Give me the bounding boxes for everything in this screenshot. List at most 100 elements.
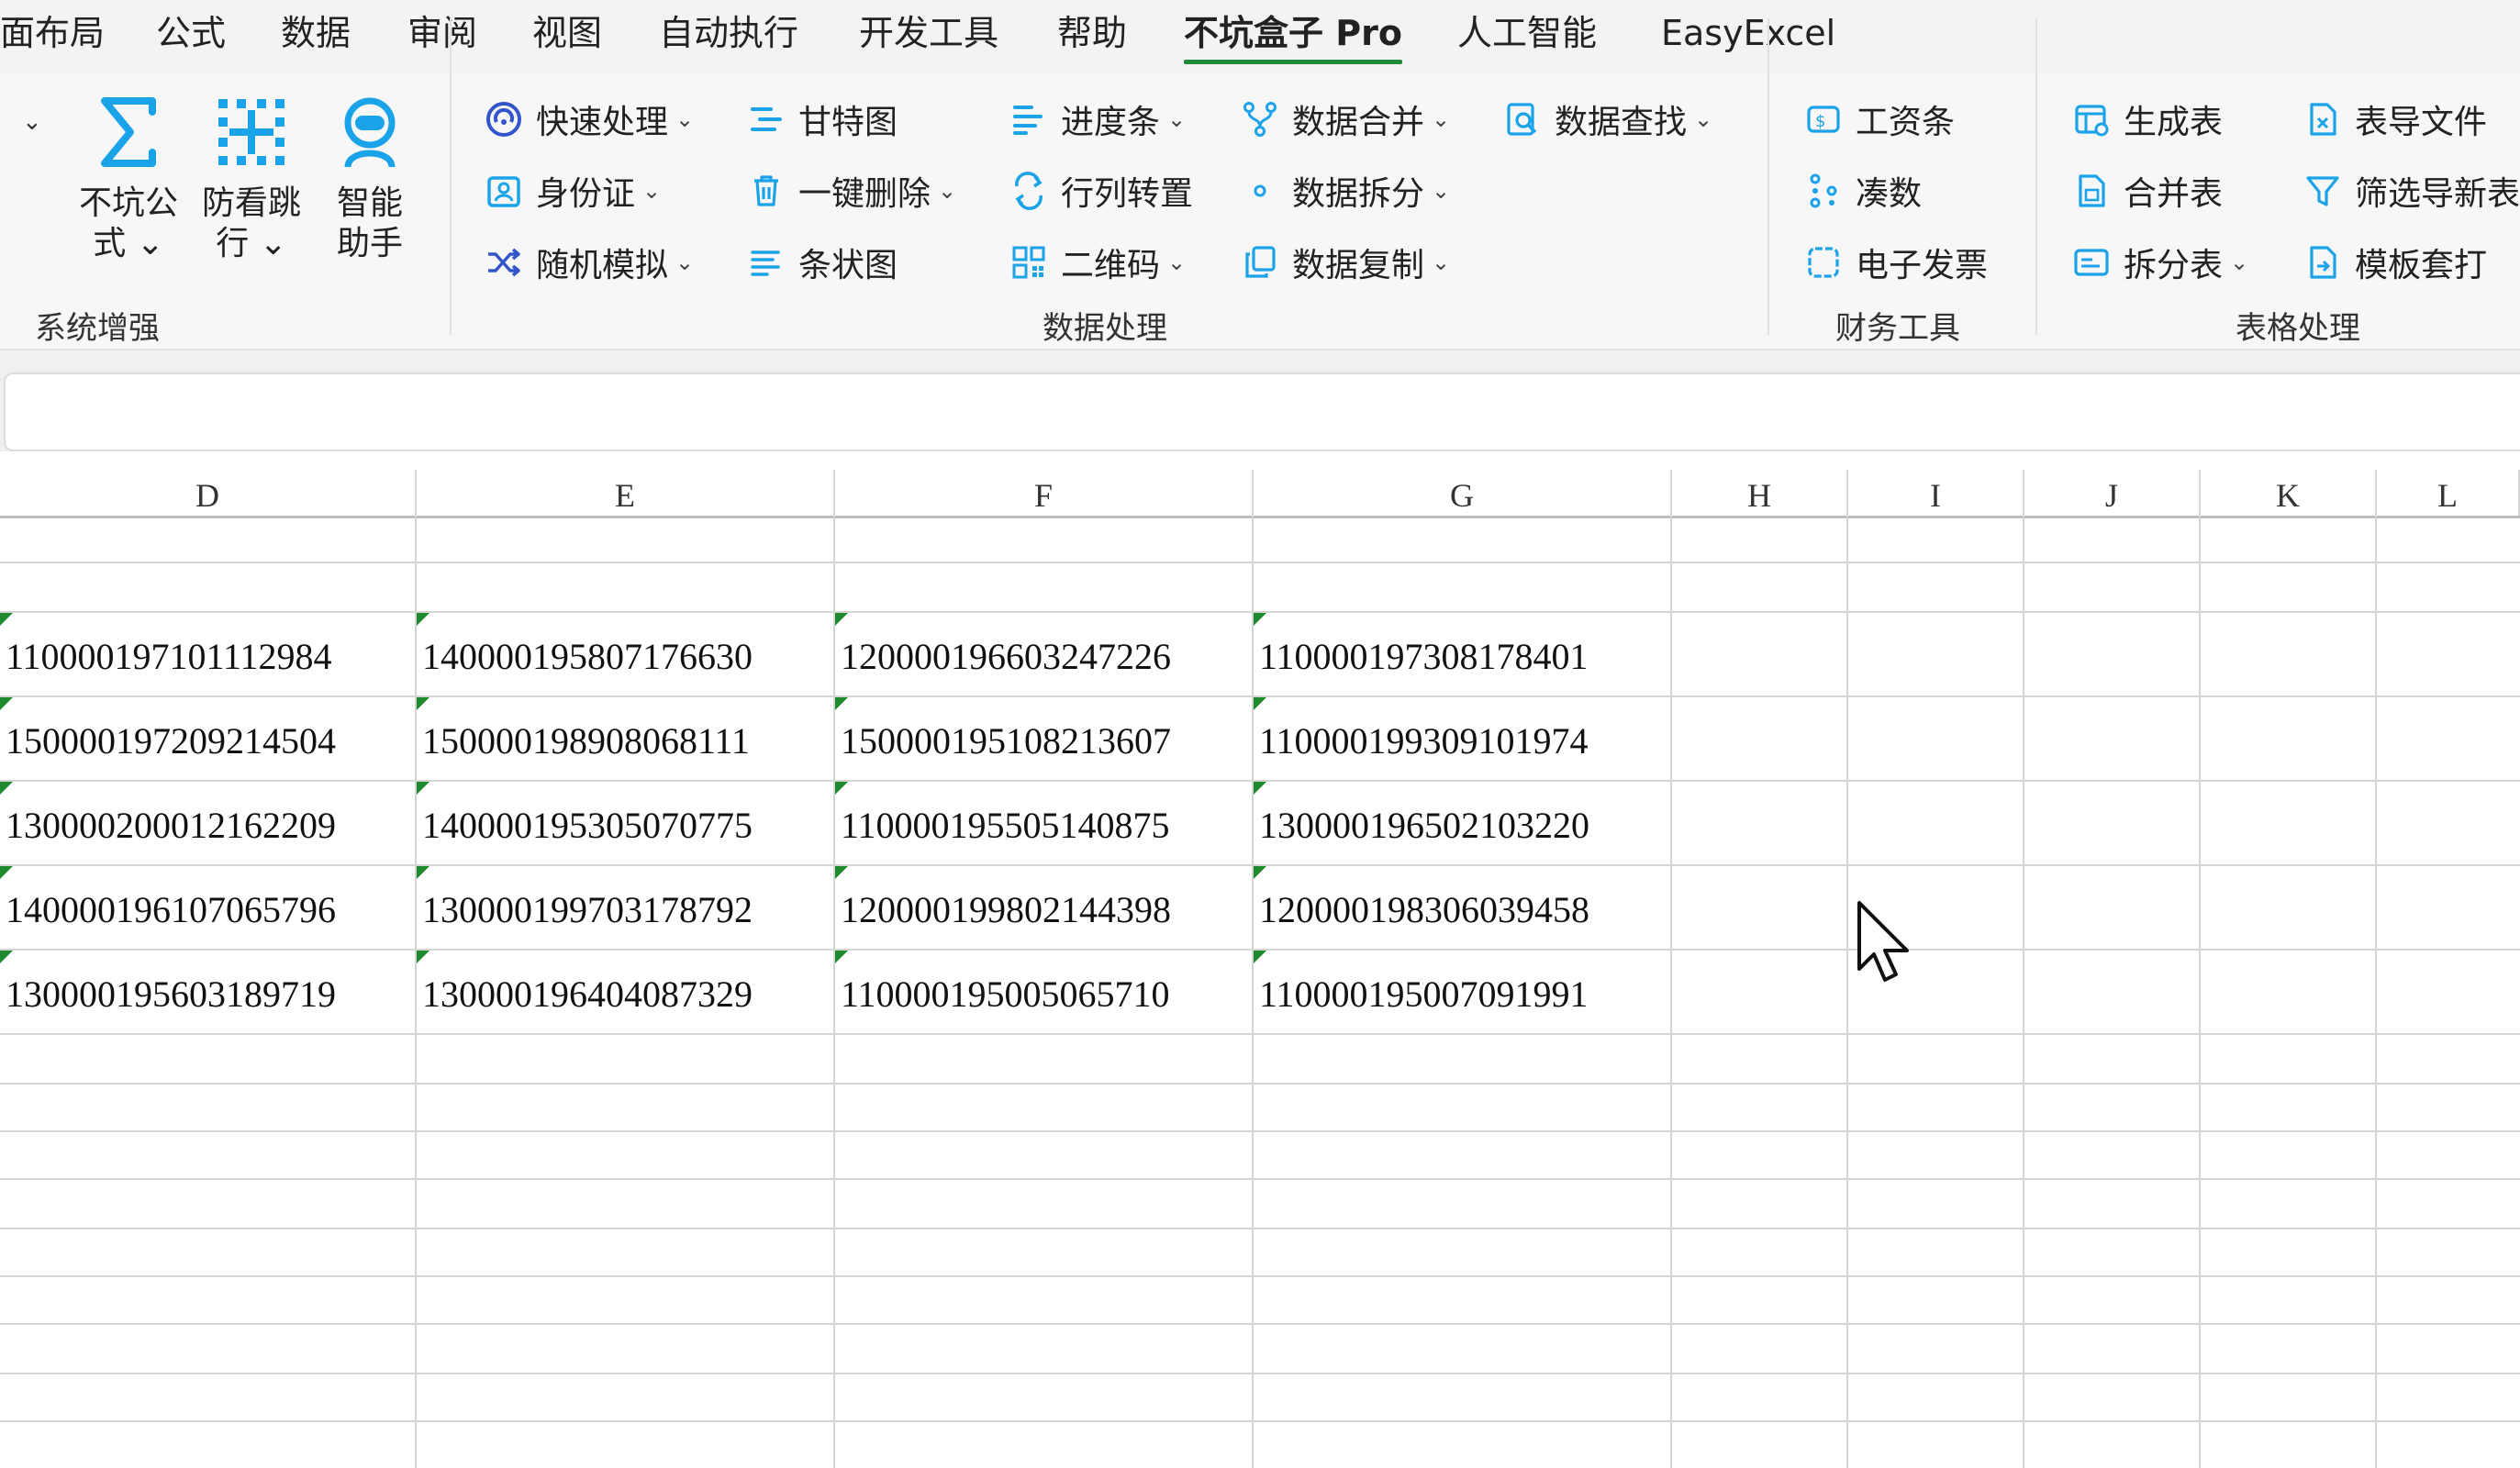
- bukeng-formula-button[interactable]: 不坑公 式 ⌄: [73, 92, 184, 264]
- salary-icon: $: [1807, 106, 1840, 133]
- tab-automate[interactable]: 自动执行: [659, 7, 798, 59]
- robot-assistant-icon: [344, 97, 396, 168]
- svg-text:$: $: [1815, 112, 1825, 131]
- data-merge-label: 数据合并: [1292, 104, 1425, 141]
- number-match-button[interactable]: 凑数: [1804, 163, 1922, 218]
- table-cell[interactable]: 150000198908068111: [417, 697, 833, 780]
- column-header-l[interactable]: L: [2377, 470, 2520, 516]
- table-cell[interactable]: 110000197101112984: [0, 613, 415, 695]
- tab-easyexcel[interactable]: EasyExcel: [1661, 7, 1835, 59]
- chevron-down-icon[interactable]: ⌄: [22, 108, 42, 136]
- table-cell[interactable]: 140000195807176630: [417, 613, 833, 695]
- generate-table-icon: [2075, 105, 2109, 137]
- smart-assistant-button[interactable]: 智能 助手: [319, 92, 420, 264]
- id-card-icon: [487, 176, 520, 207]
- column-header-g[interactable]: G: [1254, 470, 1672, 516]
- table-cell[interactable]: 130000199703178792: [417, 866, 833, 949]
- table-cell[interactable]: 110000199309101974: [1254, 697, 1670, 780]
- id-card-label: 身份证: [536, 175, 636, 213]
- grid-line: [2199, 516, 2201, 1468]
- generate-table-button[interactable]: 生成表: [2072, 92, 2223, 147]
- formula-input[interactable]: [4, 373, 2520, 451]
- menu-bar: 面布局 公式 数据 审阅 视图 自动执行 开发工具 帮助 不坑盒子 Pro 人工…: [0, 0, 2520, 73]
- column-header-h[interactable]: H: [1672, 470, 1848, 516]
- grid-line: [0, 1323, 2520, 1325]
- tab-view[interactable]: 视图: [532, 7, 602, 59]
- quick-process-label: 快速处理: [536, 104, 669, 141]
- tab-data[interactable]: 数据: [281, 7, 351, 59]
- template-print-icon: [2310, 246, 2336, 279]
- split-dot-icon: [1254, 184, 1266, 197]
- data-lookup-label: 数据查找: [1555, 104, 1688, 141]
- table-cell[interactable]: 110000197308178401: [1254, 613, 1670, 695]
- table-cell[interactable]: 120000199802144398: [835, 866, 1252, 949]
- random-simulation-button[interactable]: 随机模拟 ⌄: [485, 235, 694, 290]
- table-cell[interactable]: 130000196502103220: [1254, 782, 1670, 864]
- tab-review[interactable]: 审阅: [407, 7, 477, 59]
- payslip-button[interactable]: $ 工资条: [1804, 92, 1955, 147]
- ribbon-separator: [450, 18, 452, 335]
- table-cell[interactable]: 120000198306039458: [1254, 866, 1670, 949]
- table-cell[interactable]: 150000195108213607: [835, 697, 1252, 780]
- qrcode-button[interactable]: 二维码 ⌄: [1009, 235, 1186, 290]
- table-cell[interactable]: 140000196107065796: [0, 866, 415, 949]
- shuffle-icon: [488, 248, 520, 277]
- data-split-button[interactable]: 数据拆分 ⌄: [1241, 163, 1450, 218]
- anti-misread-row-label: 防看跳 行 ⌄: [201, 184, 301, 262]
- column-header-d[interactable]: D: [0, 470, 417, 516]
- tab-ai[interactable]: 人工智能: [1457, 7, 1597, 59]
- quick-process-icon: [486, 102, 521, 137]
- table-cell[interactable]: 150000197209214504: [0, 697, 415, 780]
- data-copy-label: 数据复制: [1292, 247, 1425, 284]
- export-table-files-button[interactable]: 表导文件: [2303, 92, 2487, 147]
- table-cell[interactable]: 130000195603189719: [0, 951, 415, 1033]
- table-cell[interactable]: 140000195305070775: [417, 782, 833, 864]
- id-card-button[interactable]: 身份证 ⌄: [485, 163, 661, 218]
- tab-page-layout[interactable]: 面布局: [0, 7, 105, 59]
- group-label-table-processing: 表格处理: [2236, 310, 2360, 347]
- template-print-label: 模板套打: [2355, 247, 2488, 284]
- split-table-button[interactable]: 拆分表 ⌄: [2072, 235, 2248, 290]
- table-cell[interactable]: 130000196404087329: [417, 951, 833, 1033]
- transpose-button[interactable]: 行列转置: [1009, 163, 1193, 218]
- table-cell[interactable]: 110000195007091991: [1254, 951, 1670, 1033]
- column-header-f[interactable]: F: [835, 470, 1254, 516]
- ribbon-separator: [2035, 18, 2037, 335]
- bar-chart-label: 条状图: [798, 247, 898, 284]
- qrcode-icon: [1012, 246, 1045, 279]
- table-cell[interactable]: 120000196603247226: [835, 613, 1252, 695]
- filter-icon: [2306, 176, 2339, 206]
- sheet-grid[interactable]: 110000197101112984 140000195807176630 12…: [0, 516, 2520, 1468]
- tab-developer[interactable]: 开发工具: [859, 7, 998, 59]
- data-copy-button[interactable]: 数据复制 ⌄: [1241, 235, 1450, 290]
- column-header-k[interactable]: K: [2201, 470, 2377, 516]
- table-cell[interactable]: 110000195005065710: [835, 951, 1252, 1033]
- split-table-icon: [2074, 249, 2109, 276]
- filter-to-new-table-button[interactable]: 筛选导新表: [2303, 163, 2520, 218]
- data-merge-button[interactable]: 数据合并 ⌄: [1241, 92, 1450, 147]
- search-doc-icon: [1507, 103, 1537, 136]
- bar-lines-icon: [751, 250, 780, 276]
- one-click-delete-button[interactable]: 一键删除 ⌄: [747, 163, 956, 218]
- merge-table-button[interactable]: 合并表: [2072, 163, 2223, 218]
- chevron-down-icon: ⌄: [675, 250, 695, 275]
- table-cell[interactable]: 110000195505140875: [835, 782, 1252, 864]
- gantt-chart-button[interactable]: 甘特图: [747, 92, 898, 147]
- anti-misread-row-button[interactable]: 防看跳 行 ⌄: [196, 92, 307, 264]
- column-header-i[interactable]: I: [1848, 470, 2024, 516]
- tab-help[interactable]: 帮助: [1057, 7, 1127, 59]
- column-header-j[interactable]: J: [2024, 470, 2201, 516]
- tab-formulas[interactable]: 公式: [156, 7, 226, 59]
- generate-table-label: 生成表: [2124, 104, 2224, 141]
- column-header-e[interactable]: E: [417, 470, 835, 516]
- e-invoice-button[interactable]: 电子发票: [1804, 235, 1988, 290]
- data-lookup-button[interactable]: 数据查找 ⌄: [1503, 92, 1712, 147]
- quick-process-button[interactable]: 快速处理 ⌄: [485, 92, 694, 147]
- progress-bar-button[interactable]: 进度条 ⌄: [1009, 92, 1186, 147]
- grid-line: [0, 1228, 2520, 1229]
- grid-line: [0, 1130, 2520, 1132]
- table-cell[interactable]: 130000200012162209: [0, 782, 415, 864]
- tab-bukeng-box-pro[interactable]: 不坑盒子 Pro: [1184, 7, 1402, 64]
- bar-chart-button[interactable]: 条状图: [747, 235, 898, 290]
- template-print-button[interactable]: 模板套打: [2303, 235, 2487, 290]
